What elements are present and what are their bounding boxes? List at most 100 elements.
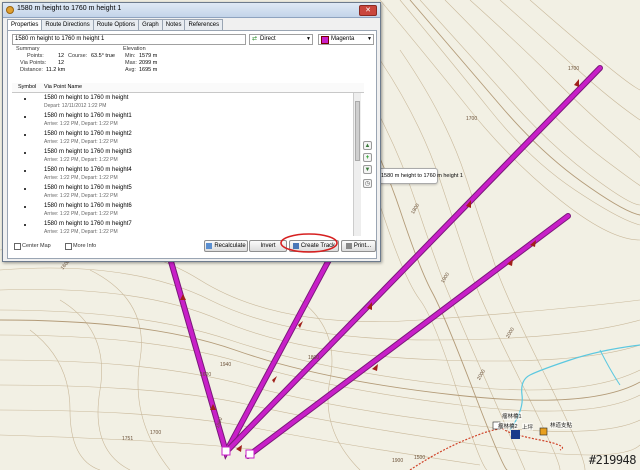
waypoint-dot-icon xyxy=(24,188,26,190)
via-point-detail: Arrive: 1:22 PM, Depart: 1:22 PM xyxy=(44,157,118,163)
more-info-checkbox[interactable] xyxy=(65,243,72,250)
via-point-name: 1580 m height to 1760 m height5 xyxy=(44,185,132,191)
route-color-value: Magenta xyxy=(331,36,355,42)
waypoint-dot-icon xyxy=(24,152,26,154)
list-item[interactable]: 1580 m height to 1760 m height5 Arrive: 1… xyxy=(12,185,353,203)
avg-label: Avg: xyxy=(125,67,136,73)
list-item[interactable]: 1580 m height to 1760 m height6 Arrive: 1… xyxy=(12,203,353,221)
map-callout[interactable]: 1580 m height to 1760 m height 1 ◦ xyxy=(376,168,463,184)
col-symbol[interactable]: Symbol xyxy=(18,83,36,92)
recalculate-label: Recalculate xyxy=(214,243,246,249)
print-icon xyxy=(345,243,352,249)
via-points-value: 12 xyxy=(58,60,65,66)
place-label: 瘤林橋1 xyxy=(502,412,522,420)
center-map-checkbox[interactable] xyxy=(14,243,21,250)
col-name[interactable]: Via Point Name xyxy=(44,83,82,92)
course-value: 63.5° true xyxy=(91,53,115,59)
tab-graph[interactable]: Graph xyxy=(138,19,163,30)
course-label: Course: xyxy=(68,53,88,59)
properties-pane: 1580 m height to 1760 m height 1 ⇄ Direct… xyxy=(7,30,377,259)
move-up-button[interactable]: ▲ xyxy=(363,141,372,150)
route-properties-dialog: 1580 m height to 1760 m height 1 ✕ Prope… xyxy=(2,2,381,262)
create-track-button[interactable]: Create Track xyxy=(289,240,339,252)
route-name-input[interactable]: 1580 m height to 1760 m height 1 xyxy=(12,34,246,45)
recalculate-icon xyxy=(206,243,213,249)
waypoint-dot-icon xyxy=(24,116,26,118)
route-color-select[interactable]: Magenta ▼ xyxy=(318,34,374,45)
contour-label: 1900 xyxy=(392,458,404,464)
via-point-name: 1580 m height to 1760 m height3 xyxy=(44,149,132,155)
list-item[interactable]: 1580 m height to 1760 m height Depart: 12… xyxy=(12,95,353,113)
recalculate-button[interactable]: Recalculate xyxy=(204,240,248,252)
title-bar[interactable]: 1580 m height to 1760 m height 1 ✕ xyxy=(3,3,380,18)
via-point-detail: Depart: 12/11/2012 1:22 PM xyxy=(44,103,107,109)
list-scrollbar[interactable] xyxy=(353,93,361,236)
via-point-detail: Arrive: 1:22 PM, Depart: 1:22 PM xyxy=(44,193,118,199)
list-item[interactable]: 1580 m height to 1760 m height2 Arrive: 1… xyxy=(12,131,353,149)
center-map-label: Center Map xyxy=(22,243,51,249)
move-down-button[interactable]: ▼ xyxy=(363,165,372,174)
close-button[interactable]: ✕ xyxy=(359,5,377,16)
via-point-name: 1580 m height to 1760 m height xyxy=(44,95,129,101)
callout-text: 1580 m height to 1760 m height 1 xyxy=(381,173,463,179)
tab-route-directions[interactable]: Route Directions xyxy=(41,19,94,30)
min-value: 1579 m xyxy=(139,53,158,59)
waypoint-dot-icon xyxy=(24,98,26,100)
max-value: 2099 m xyxy=(139,60,158,66)
print-label: Print... xyxy=(353,243,372,249)
print-button[interactable]: Print... xyxy=(341,240,376,252)
via-point-detail: Arrive: 1:22 PM, Depart: 1:22 PM xyxy=(44,229,118,235)
via-point-detail: Arrive: 1:22 PM, Depart: 1:22 PM xyxy=(44,139,118,145)
waypoint-dot-icon xyxy=(24,224,26,226)
tab-references[interactable]: References xyxy=(184,19,224,30)
chevron-down-icon: ▼ xyxy=(306,36,311,42)
contour-label: 1500 xyxy=(414,455,426,461)
clock-icon[interactable]: ◷ xyxy=(363,179,372,188)
callout-pin-icon[interactable]: ◦ xyxy=(432,169,434,183)
list-header: Symbol Via Point Name xyxy=(12,83,364,93)
waypoint-dot-icon xyxy=(24,134,26,136)
scrollbar-thumb[interactable] xyxy=(355,101,360,161)
contour-label: 1700 xyxy=(568,66,580,72)
distance-value: 11.2 km xyxy=(46,67,66,73)
list-item[interactable]: 1580 m height to 1760 m height3 Arrive: 1… xyxy=(12,149,353,167)
place-label: 上坪 xyxy=(522,423,534,431)
via-point-name: 1580 m height to 1760 m height4 xyxy=(44,167,132,173)
contour-label: 1940 xyxy=(220,362,232,368)
invert-label: Invert xyxy=(260,243,276,249)
list-item[interactable]: 1580 m height to 1760 m height1 Arrive: 1… xyxy=(12,113,353,131)
list-item[interactable]: 1580 m height to 1760 m height4 Arrive: 1… xyxy=(12,167,353,185)
route-mode-value: Direct xyxy=(260,36,276,42)
avg-value: 1695 m xyxy=(139,67,158,73)
tab-bar: Properties Route Directions Route Option… xyxy=(7,19,224,31)
tab-notes[interactable]: Notes xyxy=(161,19,186,30)
via-point-detail: Arrive: 1:22 PM, Depart: 1:22 PM xyxy=(44,175,118,181)
via-point-list: 1580 m height to 1760 m height Depart: 12… xyxy=(12,93,353,236)
via-point-name: 1580 m height to 1760 m height2 xyxy=(44,131,132,137)
via-point-name: 1580 m height to 1760 m height6 xyxy=(44,203,132,209)
points-label: Points: xyxy=(27,53,44,59)
via-point-detail: Arrive: 1:22 PM, Depart: 1:22 PM xyxy=(44,121,118,127)
points-value: 12 xyxy=(58,53,65,59)
waypoint-dot-icon xyxy=(24,170,26,172)
max-label: Max: xyxy=(125,60,137,66)
trail xyxy=(409,428,564,470)
add-via-point-button[interactable]: + xyxy=(363,153,372,162)
contour-label: 1700 xyxy=(466,116,478,122)
app-icon xyxy=(6,6,14,14)
via-point-detail: Arrive: 1:22 PM, Depart: 1:22 PM xyxy=(44,211,118,217)
create-track-label: Create Track xyxy=(300,243,336,249)
tab-route-options[interactable]: Route Options xyxy=(92,19,140,30)
place-label: 林道支點 xyxy=(550,421,573,429)
contour-label: 1700 xyxy=(150,430,162,436)
window-title: 1580 m height to 1760 m height 1 xyxy=(17,5,122,12)
invert-button[interactable]: Invert xyxy=(249,240,287,252)
waypoint-dot-icon xyxy=(24,206,26,208)
contour-label: 1800 xyxy=(308,355,320,361)
route-mode-select[interactable]: ⇄ Direct ▼ xyxy=(249,34,313,45)
stream-branch xyxy=(599,349,621,386)
list-item[interactable]: 1580 m height to 1760 m height7 Arrive: 1… xyxy=(12,221,353,236)
elevation-heading: Elevation xyxy=(123,46,146,52)
chevron-down-icon: ▼ xyxy=(367,36,372,42)
contour-label: 1751 xyxy=(122,436,134,442)
